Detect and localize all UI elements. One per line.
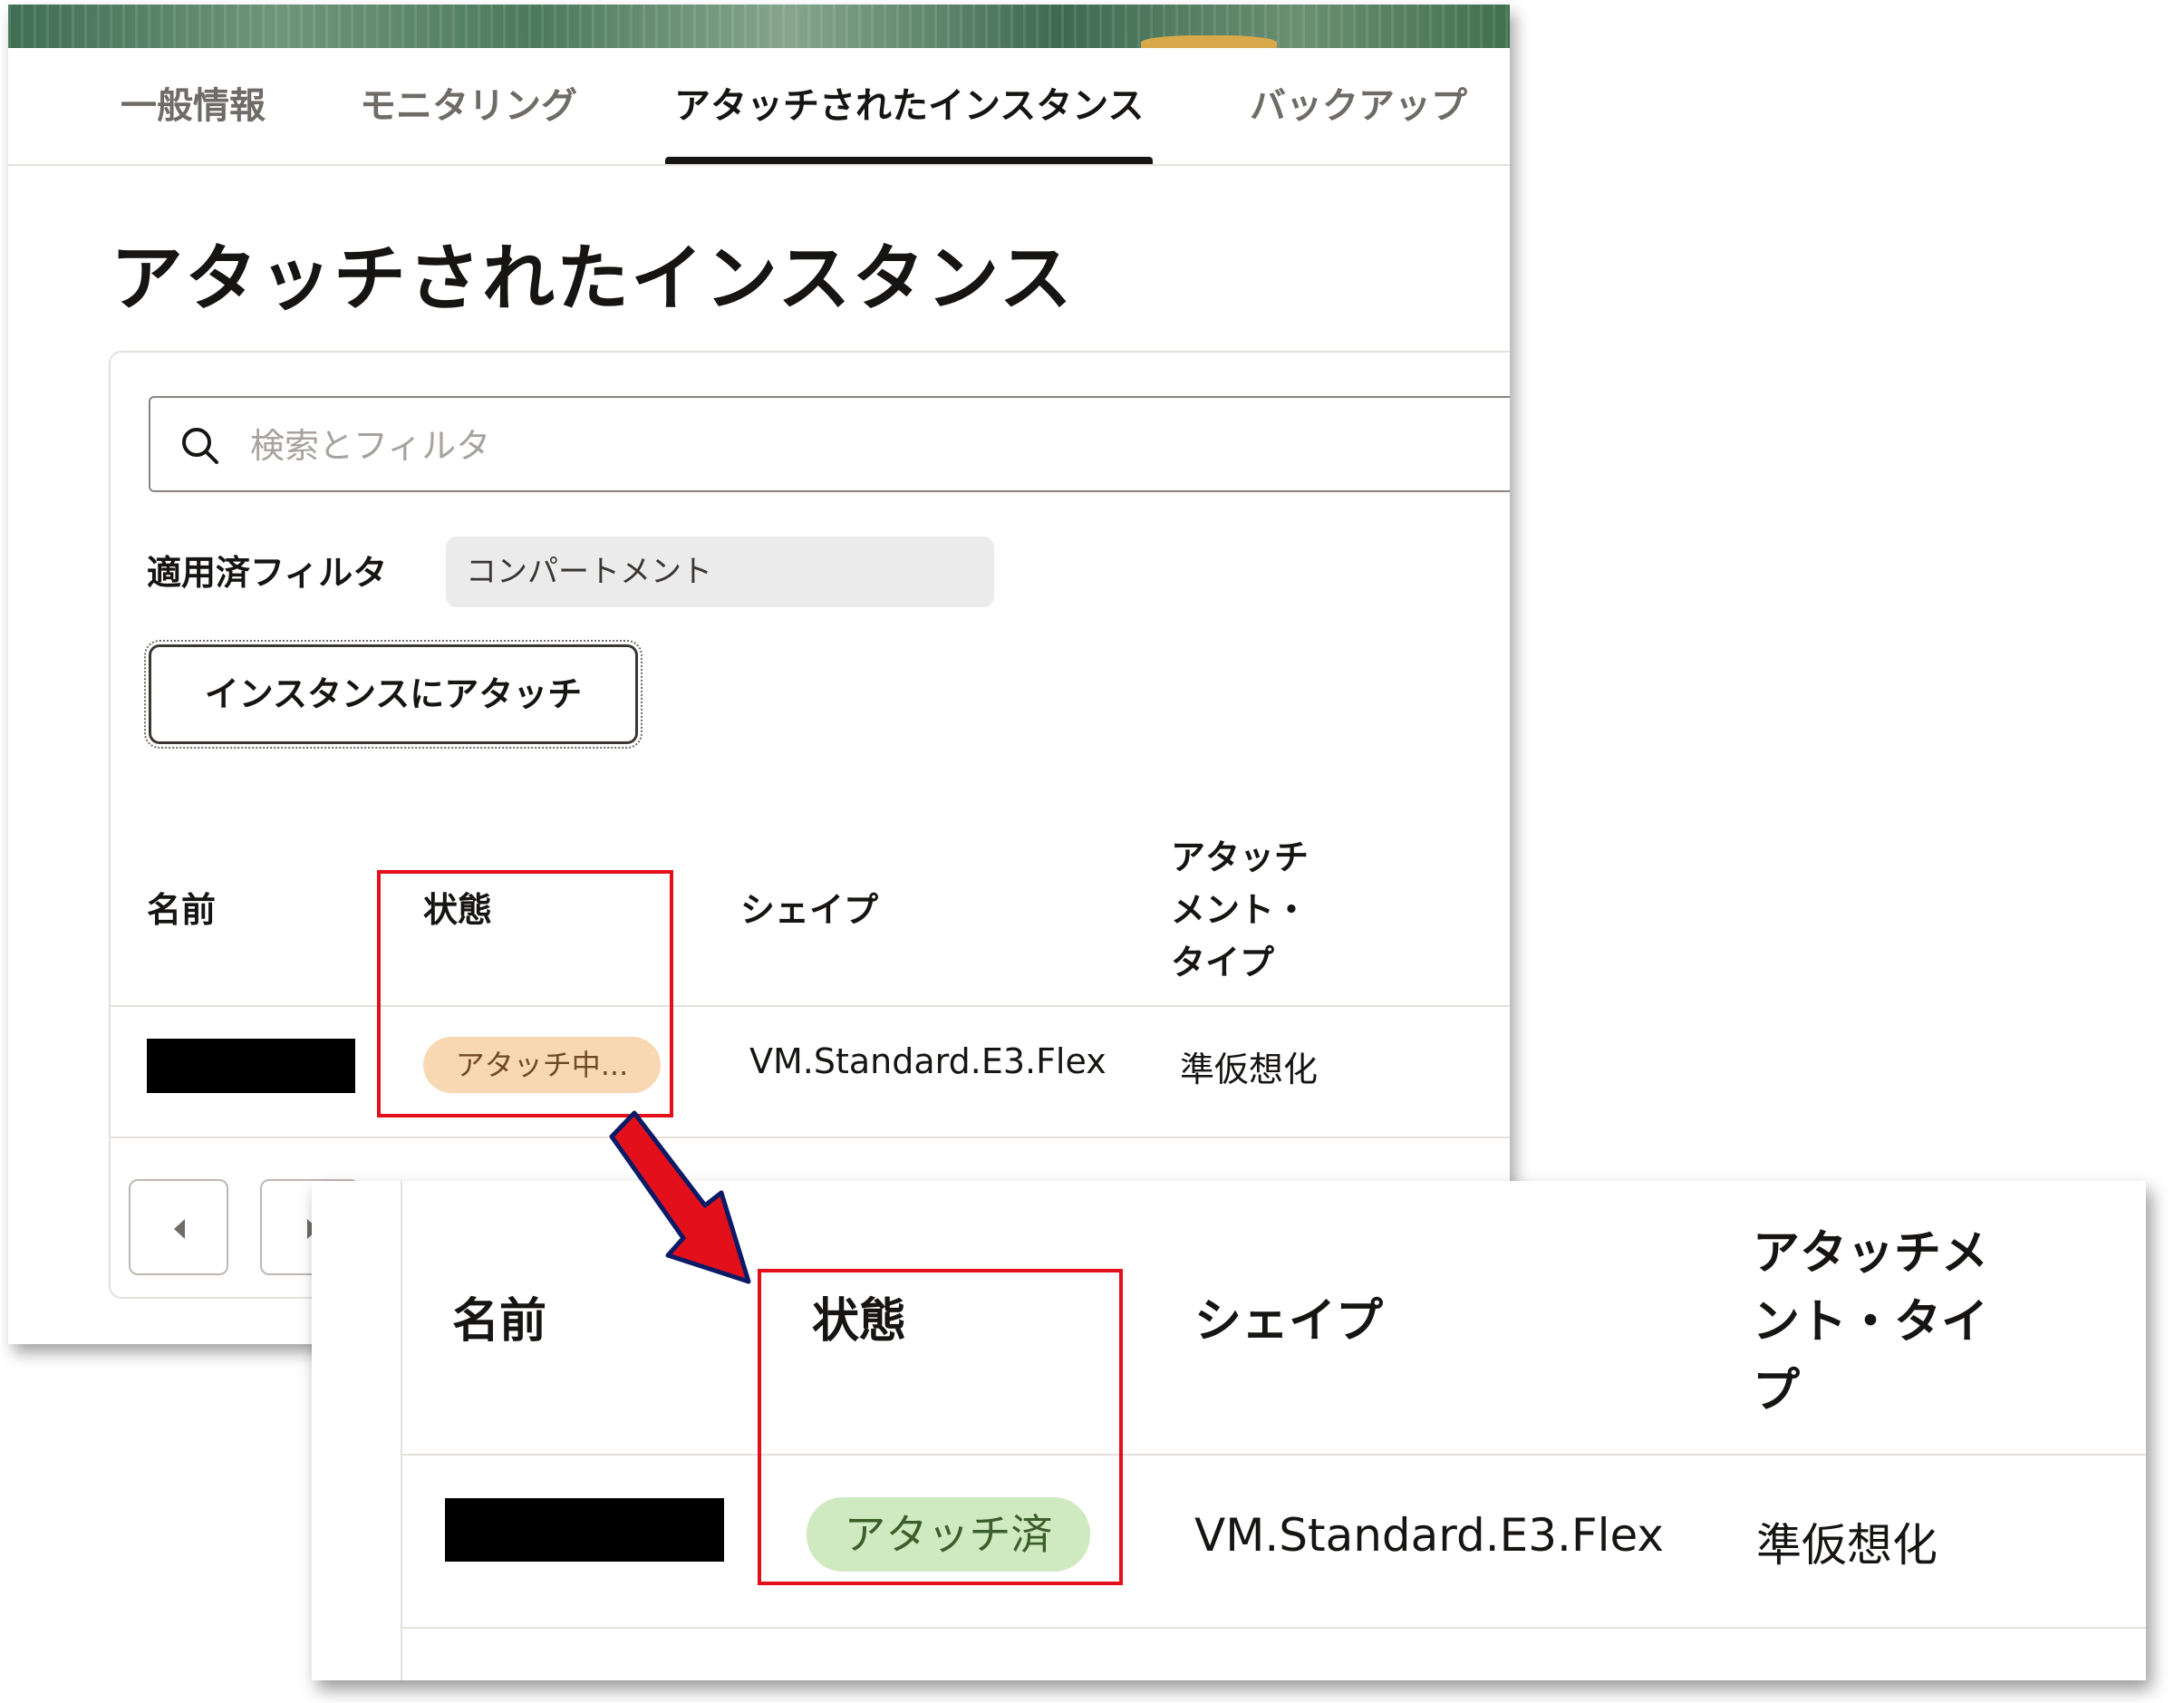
table-divider [111, 1005, 1510, 1007]
header-line: アタッチ [1171, 837, 1309, 877]
attachment-type-cell: 準仮想化 [1756, 1519, 1938, 1572]
zoomed-table-after: 名前 状態 シェイプ アタッチメ ント・タイ プ アタッチ済 VM.Standa… [312, 1181, 2146, 1680]
search-box[interactable] [149, 396, 1510, 492]
tab-bar: 一般情報 モニタリング アタッチされたインスタンス バックアップ [8, 48, 1510, 166]
applied-filters-label: 適用済フィルタ [147, 553, 388, 593]
column-header-shape[interactable]: シェイプ [1194, 1290, 1383, 1353]
redacted-instance-name [445, 1498, 724, 1562]
table-divider [402, 1454, 2146, 1456]
chevron-left-icon [174, 1219, 185, 1239]
tab-backup[interactable]: バックアップ [1250, 48, 1467, 164]
header-line: アタッチメ [1753, 1226, 1989, 1281]
tab-general-info[interactable]: 一般情報 [121, 48, 266, 164]
column-header-name[interactable]: 名前 [452, 1290, 546, 1353]
search-icon [182, 428, 218, 464]
highlight-box-state-before [377, 870, 673, 1118]
page-title: アタッチされたインスタンス [111, 237, 1074, 321]
header-line: ント・タイ [1753, 1295, 1989, 1350]
tab-monitoring[interactable]: モニタリング [360, 48, 577, 164]
table-divider [402, 1627, 2146, 1629]
console-panel-before: 一般情報 モニタリング アタッチされたインスタンス バックアップ アタッチされた… [8, 5, 1510, 1344]
header-line: プ [1753, 1364, 1801, 1418]
redacted-instance-name [147, 1039, 355, 1093]
column-header-name[interactable]: 名前 [147, 884, 216, 936]
tab-attached-instances[interactable]: アタッチされたインスタンス [664, 48, 1154, 164]
shape-cell: VM.Standard.E3.Flex [749, 1041, 1106, 1081]
header-banner [8, 5, 1510, 53]
column-header-attachment-type[interactable]: アタッチメ ント・タイ プ [1753, 1219, 1988, 1426]
left-border [401, 1181, 402, 1680]
highlight-box-state-after [758, 1269, 1123, 1585]
search-input[interactable] [248, 418, 1430, 474]
attach-instance-button[interactable]: インスタンスにアタッチ [144, 640, 643, 749]
filter-chip-compartment[interactable]: コンパートメント [446, 537, 994, 607]
shape-cell: VM.Standard.E3.Flex [1194, 1509, 1665, 1562]
header-line: メント・ [1171, 890, 1309, 930]
column-header-shape[interactable]: シェイプ [740, 884, 878, 936]
previous-page-button[interactable] [129, 1179, 228, 1275]
header-line: タイプ [1171, 943, 1275, 982]
column-header-attachment-type[interactable]: アタッチ メント・ タイプ [1171, 831, 1309, 989]
instances-card: 適用済フィルタ コンパートメント インスタンスにアタッチ 名前 状態 シェイプ … [109, 351, 1510, 1299]
attachment-type-cell: 準仮想化 [1180, 1050, 1319, 1089]
table-divider [111, 1137, 1510, 1138]
